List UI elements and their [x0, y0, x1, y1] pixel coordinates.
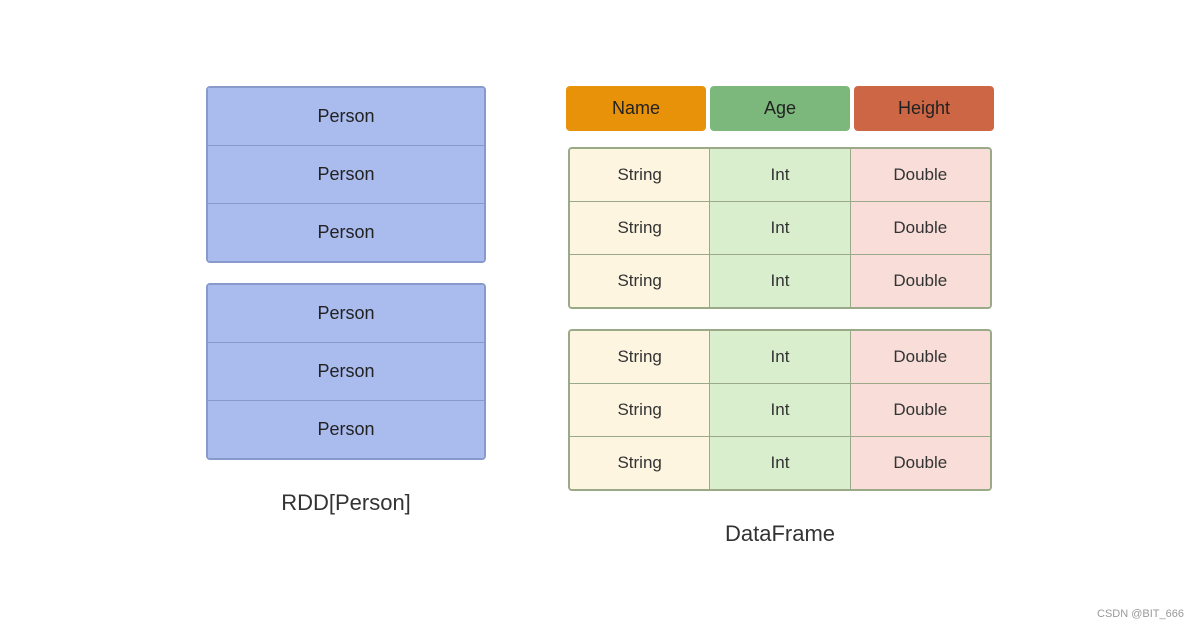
df-cell-age: Int — [710, 202, 850, 254]
df-cell-height: Double — [851, 384, 990, 436]
df-cell-height: Double — [851, 331, 990, 383]
dataframe-section: Name Age Height String Int Double String… — [566, 86, 994, 547]
df-header-name: Name — [566, 86, 706, 131]
rdd-label: RDD[Person] — [281, 490, 411, 516]
df-data-row: String Int Double — [570, 255, 990, 307]
df-cell-name: String — [570, 255, 710, 307]
rdd-row: Person — [208, 401, 484, 458]
rdd-row: Person — [208, 204, 484, 261]
rdd-row: Person — [208, 88, 484, 146]
rdd-row: Person — [208, 343, 484, 401]
df-cell-age: Int — [710, 255, 850, 307]
df-cell-name: String — [570, 437, 710, 489]
df-cell-name: String — [570, 384, 710, 436]
df-tables: String Int Double String Int Double Stri… — [568, 147, 992, 491]
df-table-2: String Int Double String Int Double Stri… — [568, 329, 992, 491]
df-header: Name Age Height — [566, 86, 994, 131]
df-data-row: String Int Double — [570, 384, 990, 437]
df-data-row: String Int Double — [570, 437, 990, 489]
df-cell-age: Int — [710, 384, 850, 436]
df-table-1: String Int Double String Int Double Stri… — [568, 147, 992, 309]
main-container: Person Person Person Person Person Perso… — [0, 66, 1200, 567]
df-cell-height: Double — [851, 149, 990, 201]
df-data-row: String Int Double — [570, 149, 990, 202]
rdd-block-1: Person Person Person — [206, 86, 486, 263]
rdd-section: Person Person Person Person Person Perso… — [206, 86, 486, 516]
df-cell-name: String — [570, 331, 710, 383]
df-header-height: Height — [854, 86, 994, 131]
df-cell-height: Double — [851, 255, 990, 307]
watermark: CSDN @BIT_666 — [1097, 608, 1184, 620]
rdd-block-2: Person Person Person — [206, 283, 486, 460]
df-cell-age: Int — [710, 149, 850, 201]
rdd-row: Person — [208, 285, 484, 343]
df-cell-height: Double — [851, 202, 990, 254]
df-cell-age: Int — [710, 437, 850, 489]
df-data-row: String Int Double — [570, 331, 990, 384]
df-label: DataFrame — [725, 521, 835, 547]
rdd-row: Person — [208, 146, 484, 204]
df-cell-name: String — [570, 202, 710, 254]
df-data-row: String Int Double — [570, 202, 990, 255]
df-cell-age: Int — [710, 331, 850, 383]
df-header-age: Age — [710, 86, 850, 131]
df-cell-height: Double — [851, 437, 990, 489]
df-cell-name: String — [570, 149, 710, 201]
